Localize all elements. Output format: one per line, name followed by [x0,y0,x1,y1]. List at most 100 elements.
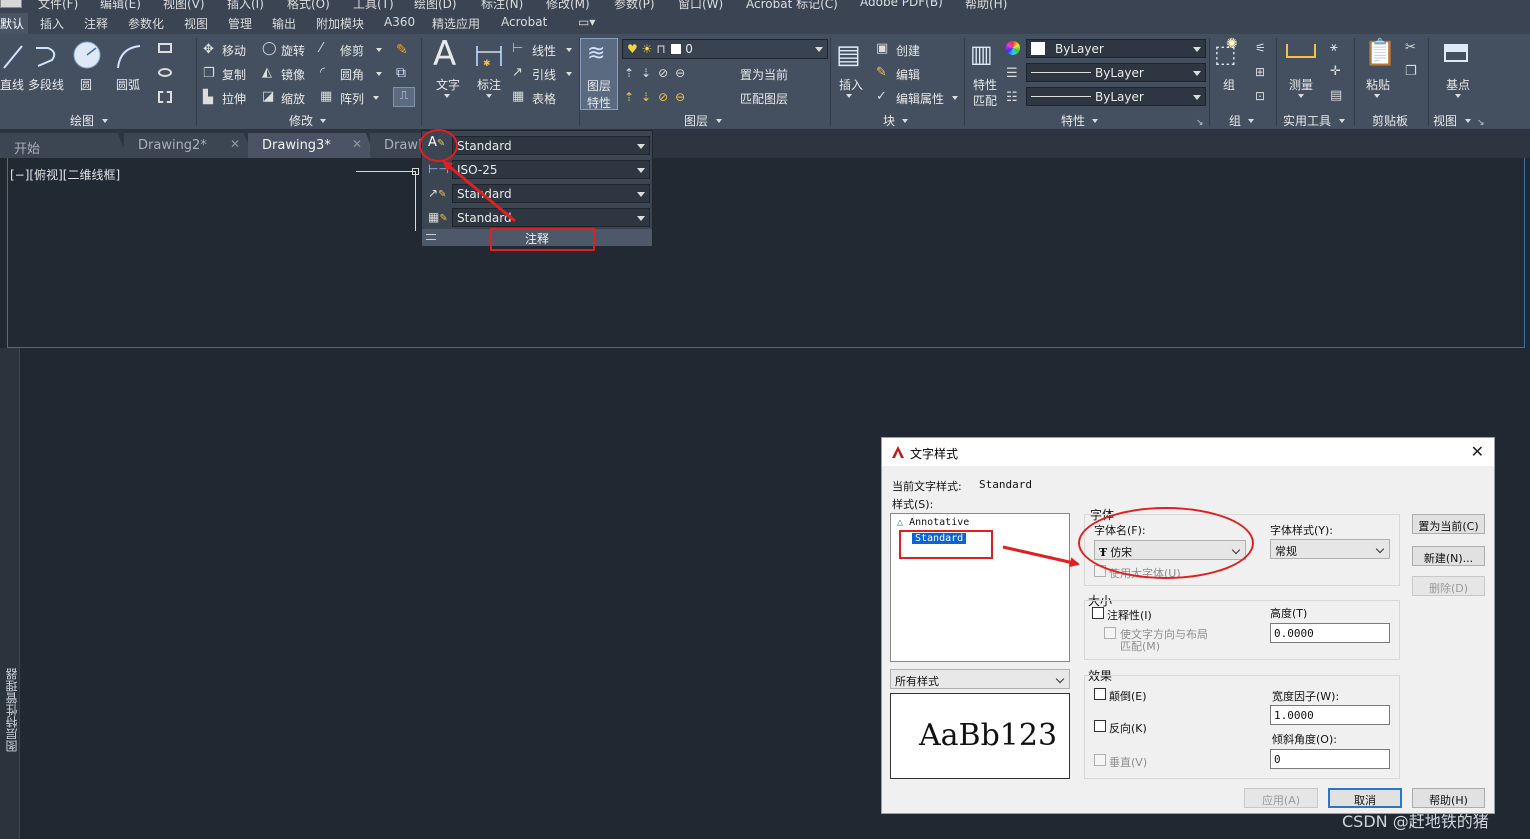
offset-icon[interactable]: ⎍ [393,87,415,107]
linetype-dropdown[interactable]: ByLayer [1026,63,1206,82]
move-button[interactable]: 移动 [222,42,246,59]
insert-button[interactable]: 插入 [839,76,863,93]
scale-button[interactable]: 缩放 [281,90,305,107]
match-properties-icon[interactable]: ▥ [970,40,993,68]
close-icon[interactable]: ✕ [1471,442,1484,461]
layer-tools-row1-icon[interactable]: ⇡⇣⊘⊖ [624,66,692,80]
match-properties-label[interactable]: 特性 [973,76,997,93]
boundary-icon[interactable] [158,91,172,103]
menu-draw[interactable]: 绘图(D) [414,0,457,12]
text-icon[interactable]: A [433,34,456,74]
ribbon-tab-a360[interactable]: A360 [384,15,415,29]
text-button[interactable]: 文字 [436,76,460,93]
arc-icon[interactable] [114,42,144,70]
menu-format[interactable]: 格式(O) [287,0,330,12]
backwards-checkbox[interactable] [1094,720,1106,732]
leader-style-dropdown[interactable]: Standard [452,184,650,203]
copy-button[interactable]: 复制 [222,66,246,83]
groups-panel-title[interactable]: 组 [1229,112,1241,130]
polyline-icon[interactable] [32,42,62,70]
app-logo[interactable] [0,0,22,8]
array-button[interactable]: 阵列 [340,90,364,107]
menu-dimension[interactable]: 标注(N) [481,0,523,12]
rectangle-icon[interactable] [158,43,172,53]
ribbon-tab-addins[interactable]: 附加模块 [316,15,364,32]
panel-launcher-icon[interactable]: ↘ [1477,118,1485,128]
circle-icon[interactable] [72,40,102,70]
chevron-down-icon[interactable] [846,94,852,98]
point-icon[interactable]: ✛ [1330,64,1341,79]
circle-button[interactable]: 圆 [80,76,92,93]
erase-icon[interactable]: ✎ [396,42,408,58]
chevron-down-icon[interactable] [1374,94,1380,98]
ribbon-minimize-icon[interactable]: ▭▾ [578,15,595,29]
ribbon-tab-annotate[interactable]: 注释 [84,15,108,32]
match-layer-button[interactable]: 匹配图层 [740,90,788,107]
close-icon[interactable]: ✕ [352,137,362,151]
ungroup-icon[interactable]: ⚟ [1255,41,1266,55]
menu-modify[interactable]: 修改(M) [546,0,590,12]
font-style-dropdown[interactable]: 常规 [1270,539,1390,559]
cancel-button[interactable]: 取消 [1328,788,1402,808]
properties-panel-title[interactable]: 特性 [1061,112,1085,130]
menu-acrobat-markup[interactable]: Acrobat 标记(C) [746,0,838,12]
hatch-icon[interactable] [158,68,172,77]
new-style-button[interactable]: 新建(N)... [1412,546,1485,566]
vertical-checkbox[interactable] [1094,754,1106,766]
group-select-icon[interactable]: ⊡ [1255,89,1265,103]
leader-button[interactable]: 引线 [532,66,556,83]
ribbon-tab-featured-apps[interactable]: 精选应用 [432,15,480,32]
copy-clip-icon[interactable]: ❐ [1405,64,1417,79]
menu-window[interactable]: 窗口(W) [678,0,723,12]
ribbon-tab-output[interactable]: 输出 [272,15,296,32]
set-current-button[interactable]: 置为当前(C) [1412,514,1485,534]
ribbon-tab-default[interactable]: 默认 [0,13,29,34]
match-properties-label2[interactable]: 匹配 [973,92,997,109]
rotate-button[interactable]: 旋转 [281,42,305,59]
paste-button[interactable]: 粘贴 [1366,76,1390,93]
list-item[interactable]: △ Annotative [897,517,969,528]
menu-tools[interactable]: 工具(T) [353,0,394,12]
text-style-dropdown[interactable]: Standard [452,136,650,155]
quick-select-icon[interactable]: ⚹ [1330,40,1338,55]
create-block-button[interactable]: 创建 [896,42,920,59]
line-button[interactable]: 直线 [0,76,24,93]
make-current-button[interactable]: 置为当前 [740,66,788,83]
chevron-down-icon[interactable] [1298,94,1304,98]
ribbon-tab-insert[interactable]: 插入 [40,15,64,32]
linear-button[interactable]: 线性 [532,42,556,59]
file-tab-drawing3[interactable]: Drawing3* ✕ [248,133,376,158]
layer-tools-row2-icon[interactable]: ⇡⇣⊘⊖ [624,90,692,104]
file-tab-drawing2[interactable]: Drawing2* ✕ [124,133,254,158]
mirror-button[interactable]: 镜像 [281,66,305,83]
edit-attributes-button[interactable]: 编辑属性 [896,90,944,107]
menu-parameters[interactable]: 参数(P) [614,0,655,12]
height-input[interactable]: 0.0000 [1270,623,1390,643]
chevron-down-icon[interactable] [444,94,450,98]
calculator-icon[interactable]: ▤ [1330,88,1342,103]
color-dropdown[interactable]: ByLayer [1026,39,1206,58]
stretch-button[interactable]: 拉伸 [222,90,246,107]
table-style-dropdown[interactable]: Standard [452,208,650,227]
dim-style-icon[interactable]: ⊢⊣ [428,162,449,176]
match-layout-checkbox[interactable] [1104,627,1116,639]
insert-block-icon[interactable]: ▤ [836,40,861,70]
layer-properties-palette[interactable]: 图层特性管理器 [0,348,20,839]
block-panel-title[interactable]: 块 [883,112,895,130]
panel-launcher-icon[interactable]: ↘ [1196,118,1204,128]
table-style-icon[interactable]: ▦✎ [428,210,448,224]
layer-dropdown[interactable]: ♥ ☀ ⊓ 0 [622,39,828,59]
chevron-down-icon[interactable] [952,96,958,100]
menu-view[interactable]: 视图(V) [163,0,205,12]
dimension-icon[interactable]: ✱ [474,42,504,70]
base-button[interactable]: 基点 [1446,76,1470,93]
utilities-panel-title[interactable]: 实用工具 [1283,112,1331,130]
measure-button[interactable]: 测量 [1289,76,1313,93]
ribbon-tab-manage[interactable]: 管理 [228,15,252,32]
cut-icon[interactable]: ✂ [1405,40,1416,55]
close-icon[interactable]: ✕ [230,137,240,151]
apply-button[interactable]: 应用(A) [1244,788,1318,808]
chevron-down-icon[interactable] [1455,94,1461,98]
delete-style-button[interactable]: 删除(D) [1412,576,1485,596]
ribbon-tab-acrobat[interactable]: Acrobat [501,15,547,29]
